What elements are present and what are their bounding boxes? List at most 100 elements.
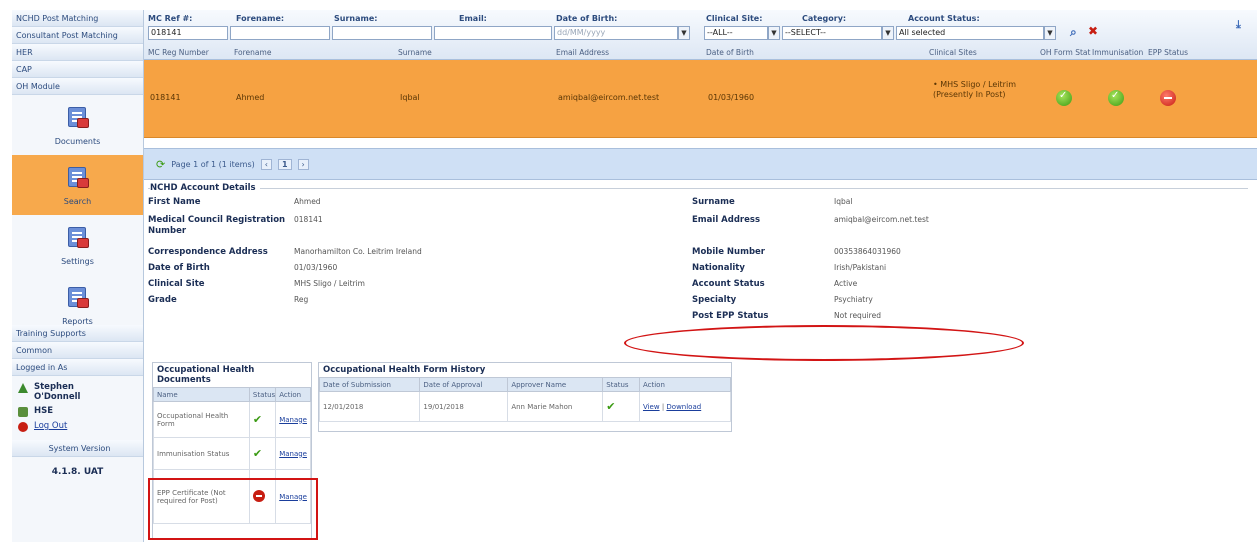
col-immunisation[interactable]: Immunisation bbox=[1092, 48, 1143, 57]
label-mobile-number: Mobile Number bbox=[692, 247, 765, 257]
status-ok-icon: ✔ bbox=[252, 447, 263, 460]
col-epp-status[interactable]: EPP Status bbox=[1148, 48, 1188, 57]
oh-history-title: Occupational Health Form History bbox=[323, 365, 486, 375]
system-version: 4.1.8. UAT bbox=[51, 467, 104, 477]
mc-ref-input[interactable]: 018141 bbox=[148, 26, 228, 40]
category-select[interactable]: --SELECT-- bbox=[782, 26, 882, 40]
col-date-of-birth[interactable]: Date of Birth bbox=[706, 48, 754, 57]
pager-next-button[interactable]: › bbox=[297, 158, 309, 170]
result-row[interactable]: 018141 Ahmed Iqbal amiqbal@eircom.net.te… bbox=[144, 60, 1257, 138]
value-account-status: Active bbox=[834, 279, 858, 288]
oh-doc-name: Immunisation Status bbox=[153, 437, 250, 470]
sidebar-link-nchd-post-matching[interactable]: NCHD Post Matching bbox=[12, 10, 143, 27]
manage-link[interactable]: Manage bbox=[279, 450, 307, 458]
col-oh-form-stat[interactable]: OH Form Stat bbox=[1040, 48, 1090, 57]
account-status-label: Account Status: bbox=[908, 14, 980, 23]
label-clinical-site: Clinical Site bbox=[148, 279, 205, 289]
oh-docs-col-action: Action bbox=[275, 387, 311, 402]
surname-input[interactable] bbox=[332, 26, 432, 40]
annotation-ellipse bbox=[624, 325, 1024, 361]
export-icon[interactable]: ⤓ bbox=[1236, 18, 1241, 32]
module-documents-label: Documents bbox=[54, 137, 101, 146]
sidebar-link-consultant-post-matching[interactable]: Consultant Post Matching bbox=[12, 27, 143, 44]
sidebar-link-her[interactable]: HER bbox=[12, 44, 143, 61]
value-surname: Iqbal bbox=[834, 197, 853, 206]
label-surname: Surname bbox=[692, 197, 735, 207]
result-mc-reg: 018141 bbox=[150, 93, 181, 102]
oh-form-status-ok-icon bbox=[1056, 90, 1072, 106]
value-nationality: Irish/Pakistani bbox=[834, 263, 887, 272]
email-input[interactable] bbox=[434, 26, 552, 40]
value-specialty: Psychiatry bbox=[834, 295, 873, 304]
dob-calendar-dropdown[interactable]: ▼ bbox=[678, 26, 690, 40]
col-email-address[interactable]: Email Address bbox=[556, 48, 609, 57]
user-name: Stephen O'Donnell bbox=[34, 382, 81, 402]
logout-link[interactable]: Log Out bbox=[34, 421, 67, 431]
oh-doc-name: Occupational Health Form bbox=[153, 401, 250, 438]
pager-prev-button[interactable]: ‹ bbox=[260, 158, 272, 170]
dob-input[interactable]: dd/MM/yyyy bbox=[554, 26, 678, 40]
label-post-epp-status: Post EPP Status bbox=[692, 311, 769, 321]
oh-history-panel: Occupational Health Form History Date of… bbox=[318, 362, 732, 432]
sidebar-link-oh-module[interactable]: OH Module bbox=[12, 78, 143, 95]
reports-module-icon bbox=[65, 285, 91, 311]
documents-icon bbox=[65, 105, 91, 131]
sidebar-link-common[interactable]: Common bbox=[12, 342, 143, 359]
download-link[interactable]: Download bbox=[666, 403, 701, 411]
account-status-dropdown[interactable]: ▼ bbox=[1044, 26, 1056, 40]
search-module-icon bbox=[65, 165, 91, 191]
category-label: Category: bbox=[802, 14, 847, 23]
results-header-row: MC Reg Number Forename Surname Email Add… bbox=[144, 48, 1257, 60]
oh-history-col-action: Action bbox=[638, 377, 732, 392]
module-settings[interactable]: Settings bbox=[12, 215, 143, 275]
history-approved: 19/01/2018 bbox=[419, 391, 509, 422]
module-reports[interactable]: Reports bbox=[12, 275, 143, 326]
col-forename[interactable]: Forename bbox=[234, 48, 271, 57]
module-documents[interactable]: Documents bbox=[12, 95, 143, 155]
value-first-name: Ahmed bbox=[294, 197, 321, 206]
user-icon bbox=[18, 383, 28, 393]
clinical-site-dropdown[interactable]: ▼ bbox=[768, 26, 780, 40]
search-filter-bar: MC Ref #: 018141 Forename: Surname: Emai… bbox=[144, 10, 1257, 60]
category-dropdown[interactable]: ▼ bbox=[882, 26, 894, 40]
forename-input[interactable] bbox=[230, 26, 330, 40]
clear-filter-icon[interactable]: ✖ bbox=[1088, 24, 1098, 38]
view-link[interactable]: View bbox=[643, 403, 660, 411]
settings-module-icon bbox=[65, 225, 91, 251]
annotation-rectangle bbox=[148, 478, 318, 540]
label-account-status: Account Status bbox=[692, 279, 765, 289]
label-grade: Grade bbox=[148, 295, 177, 305]
refresh-icon[interactable]: ⟳ bbox=[156, 158, 165, 171]
result-clinical-site: • MHS Sligo / Leitrim (Presently In Post… bbox=[933, 80, 1016, 99]
value-clinical-site: MHS Sligo / Leitrim bbox=[294, 279, 365, 288]
user-org: HSE bbox=[34, 406, 54, 416]
table-row: 12/01/2018 19/01/2018 Ann Marie Mahon ✔ … bbox=[318, 391, 732, 422]
dob-label: Date of Birth: bbox=[556, 14, 618, 23]
forename-label: Forename: bbox=[236, 14, 285, 23]
oh-documents-title: Occupational Health Documents bbox=[157, 365, 255, 385]
sidebar-link-training-supports[interactable]: Training Supports bbox=[12, 325, 143, 342]
oh-history-col-approved: Date of Approval bbox=[419, 377, 509, 392]
sidebar-logged-in-as: Logged in As bbox=[12, 359, 143, 376]
search-icon[interactable]: ⌕ bbox=[1070, 25, 1077, 40]
account-status-select[interactable]: All selected bbox=[896, 26, 1044, 40]
clinical-site-select[interactable]: --ALL-- bbox=[704, 26, 768, 40]
result-email: amiqbal@eircom.net.test bbox=[558, 93, 660, 102]
label-email-address: Email Address bbox=[692, 215, 761, 225]
manage-link[interactable]: Manage bbox=[279, 416, 307, 424]
label-date-of-birth: Date of Birth bbox=[148, 263, 210, 273]
label-nationality: Nationality bbox=[692, 263, 745, 273]
sidebar-link-cap[interactable]: CAP bbox=[12, 61, 143, 78]
email-label: Email: bbox=[459, 14, 487, 23]
value-post-epp-status: Not required bbox=[834, 311, 881, 320]
system-version-label: System Version bbox=[12, 440, 143, 457]
user-block: Stephen O'Donnell HSE Log Out bbox=[12, 376, 143, 440]
pager-page-button[interactable]: 1 bbox=[277, 158, 292, 170]
col-mc-reg-number[interactable]: MC Reg Number bbox=[148, 48, 209, 57]
col-clinical-sites[interactable]: Clinical Sites bbox=[929, 48, 977, 57]
pager-text: Page 1 of 1 (1 items) bbox=[171, 159, 255, 169]
col-surname[interactable]: Surname bbox=[398, 48, 432, 57]
module-search[interactable]: Search bbox=[12, 155, 143, 215]
organisation-icon bbox=[18, 407, 28, 417]
label-correspondence-address: Correspondence Address bbox=[148, 247, 268, 257]
